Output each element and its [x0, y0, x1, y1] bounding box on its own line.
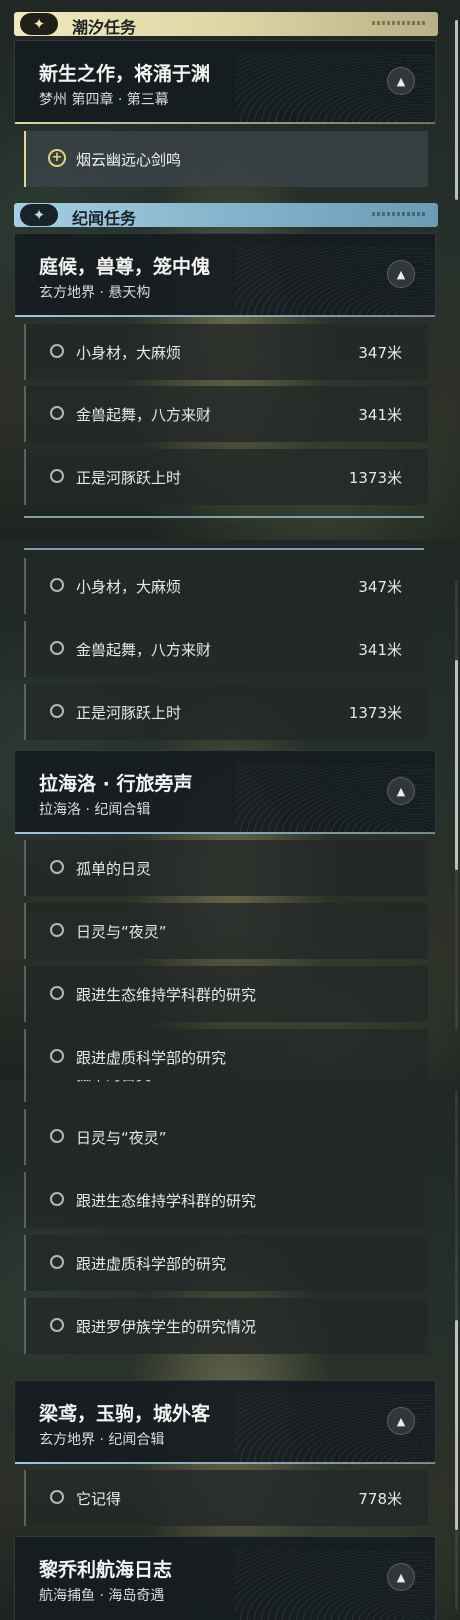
- quest-subtitle: 玄方地界 · 纪闻合辑: [39, 1432, 165, 1448]
- quest-panel-frame-2: 小身材，大麻烦 347米 金兽起舞，八方来财 341米 正是河豚跃上时 1373…: [0, 540, 460, 1080]
- quest-objective-active[interactable]: + 烟云幽远心剑鸣: [24, 131, 428, 187]
- objective-label: 孤单的日灵: [76, 1080, 151, 1085]
- quest-objective[interactable]: 它记得 778米: [24, 1470, 428, 1526]
- star-icon: ✦: [20, 13, 58, 35]
- quest-card-xinsheng[interactable]: 新生之作，将涌于渊 梦州 第四章 · 第三幕 ▲: [14, 40, 436, 124]
- chevron-up-icon[interactable]: ▲: [387, 777, 415, 805]
- circle-icon: [50, 704, 64, 718]
- objective-label: 跟进虚质科学部的研究: [76, 1255, 227, 1273]
- divider: [24, 548, 424, 550]
- objective-distance: 341米: [358, 406, 402, 424]
- quest-card-lahailuo[interactable]: 拉海洛 · 行旅旁声 拉海洛 · 纪闻合辑 ▲: [14, 750, 436, 834]
- circle-icon: [50, 1490, 64, 1504]
- objective-distance: 347米: [358, 578, 402, 596]
- quest-subtitle: 梦州 第四章 · 第三幕: [39, 92, 169, 108]
- objective-distance: 347米: [358, 344, 402, 362]
- category-header-tide[interactable]: ✦ 潮汐任务: [14, 12, 438, 37]
- objective-label: 金兽起舞，八方来财: [76, 406, 212, 424]
- quest-objective[interactable]: 跟进罗伊族学生的研究情况: [24, 1298, 428, 1354]
- objective-label: 跟进罗伊族学生的研究情况: [76, 1318, 257, 1336]
- quest-objective[interactable]: 金兽起舞，八方来财 341米: [24, 386, 428, 442]
- quest-card-liqiaoli[interactable]: 黎乔利航海日志 航海捕鱼 · 海岛奇遇 ▲: [14, 1536, 436, 1620]
- quest-subtitle: 航海捕鱼 · 海岛奇遇: [39, 1588, 165, 1604]
- objective-label: 日灵与“夜灵”: [76, 1129, 167, 1147]
- category-label: 纪闻任务: [72, 209, 137, 228]
- plus-circle-icon: +: [48, 149, 66, 167]
- chevron-up-icon[interactable]: ▲: [387, 1407, 415, 1435]
- quest-panel-frame-3: 孤单的日灵 日灵与“夜灵” 跟进生态维持学科群的研究 跟进虚质科学部的研究 跟进…: [0, 1080, 460, 1620]
- objective-label: 正是河豚跃上时: [76, 704, 182, 722]
- quest-objective[interactable]: 跟进生态维持学科群的研究: [24, 966, 428, 1022]
- objective-distance: 778米: [358, 1490, 402, 1508]
- circle-icon: [50, 986, 64, 1000]
- objective-label: 正是河豚跃上时: [76, 469, 182, 487]
- quest-objective[interactable]: 跟进虚质科学部的研究: [24, 1029, 428, 1080]
- circle-icon: [50, 860, 64, 874]
- chevron-up-icon[interactable]: ▲: [387, 260, 415, 288]
- quest-panel-frame-1: ✦ 潮汐任务 新生之作，将涌于渊 梦州 第四章 · 第三幕 ▲ + 烟云幽远心剑…: [0, 0, 460, 540]
- circle-icon: [50, 641, 64, 655]
- quest-objective[interactable]: 金兽起舞，八方来财 341米: [24, 621, 428, 677]
- quest-card-liangyuan[interactable]: 梁鸢，玉驹，城外客 玄方地界 · 纪闻合辑 ▲: [14, 1380, 436, 1464]
- circle-icon: [50, 578, 64, 592]
- objective-distance: 1373米: [348, 704, 402, 722]
- quest-objective[interactable]: 孤单的日灵: [24, 840, 428, 896]
- objective-distance: 1373米: [348, 469, 402, 487]
- quest-objective[interactable]: 正是河豚跃上时 1373米: [24, 684, 428, 740]
- objective-label: 小身材，大麻烦: [76, 344, 182, 362]
- quest-title: 黎乔利航海日志: [39, 1559, 173, 1581]
- circle-icon: [50, 923, 64, 937]
- category-deco: [372, 21, 426, 25]
- star-icon: ✦: [20, 204, 58, 226]
- quest-objective[interactable]: 小身材，大麻烦 347米: [24, 558, 428, 614]
- quest-objective[interactable]: 日灵与“夜灵”: [24, 1109, 428, 1165]
- chevron-up-icon[interactable]: ▲: [387, 67, 415, 95]
- objective-label: 孤单的日灵: [76, 860, 152, 878]
- quest-objective[interactable]: 正是河豚跃上时 1373米: [24, 449, 428, 505]
- circle-icon: [50, 469, 64, 483]
- scrollbar-thumb[interactable]: [455, 1320, 458, 1530]
- objective-label: 烟云幽远心剑鸣: [76, 151, 182, 169]
- objective-label: 跟进虚质科学部的研究: [76, 1049, 227, 1067]
- quest-title: 拉海洛 · 行旅旁声: [39, 773, 193, 795]
- quest-objective[interactable]: 跟进虚质科学部的研究: [24, 1235, 428, 1291]
- quest-subtitle: 拉海洛 · 纪闻合辑: [39, 802, 151, 818]
- objective-label: 跟进生态维持学科群的研究: [76, 1192, 257, 1210]
- objective-label: 它记得: [76, 1490, 122, 1508]
- quest-title: 梁鸢，玉驹，城外客: [39, 1403, 211, 1425]
- category-header-lore[interactable]: ✦ 纪闻任务: [14, 203, 438, 228]
- quest-objective[interactable]: 孤单的日灵: [24, 1080, 428, 1102]
- objective-label: 日灵与“夜灵”: [76, 923, 167, 941]
- circle-icon: [50, 1049, 64, 1063]
- circle-icon: [50, 1192, 64, 1206]
- quest-subtitle: 玄方地界 · 悬天构: [39, 285, 151, 301]
- circle-icon: [50, 406, 64, 420]
- divider: [24, 516, 424, 518]
- quest-objective[interactable]: 跟进生态维持学科群的研究: [24, 1172, 428, 1228]
- objective-label: 跟进生态维持学科群的研究: [76, 986, 257, 1004]
- circle-icon: [50, 1255, 64, 1269]
- objective-label: 金兽起舞，八方来财: [76, 641, 212, 659]
- quest-title: 新生之作，将涌于渊: [39, 63, 211, 85]
- objective-distance: 341米: [358, 641, 402, 659]
- chevron-up-icon[interactable]: ▲: [387, 1563, 415, 1591]
- circle-icon: [50, 344, 64, 358]
- scrollbar-thumb[interactable]: [455, 660, 458, 870]
- quest-objective[interactable]: 小身材，大麻烦 347米: [24, 324, 428, 380]
- category-label: 潮汐任务: [72, 18, 137, 37]
- circle-icon: [50, 1318, 64, 1332]
- objective-label: 小身材，大麻烦: [76, 578, 182, 596]
- circle-icon: [50, 1129, 64, 1143]
- quest-title: 庭候，兽尊，笼中傀: [39, 256, 211, 278]
- category-deco: [372, 212, 426, 216]
- scrollbar-thumb[interactable]: [455, 20, 458, 200]
- quest-objective[interactable]: 日灵与“夜灵”: [24, 903, 428, 959]
- quest-card-tinghou[interactable]: 庭候，兽尊，笼中傀 玄方地界 · 悬天构 ▲: [14, 233, 436, 317]
